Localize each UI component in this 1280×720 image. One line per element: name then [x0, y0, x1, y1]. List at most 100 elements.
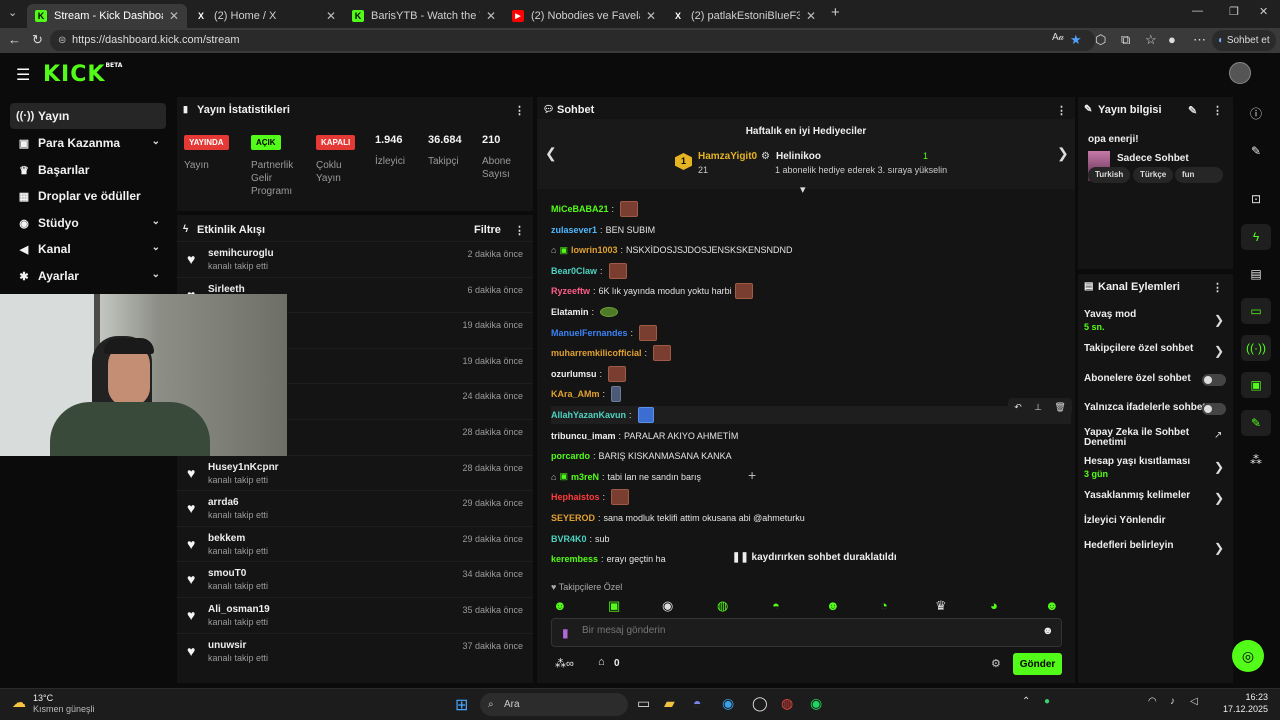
activity-username[interactable]: bekkem — [208, 533, 245, 544]
apps-icon[interactable]: ⁂ — [1241, 447, 1271, 473]
chevron-right-icon[interactable]: ❯ — [1214, 541, 1224, 555]
sidebar-item-3[interactable]: ▦ Droplar ve ödüller — [10, 183, 166, 209]
tab-kick-dashboard[interactable]: K Stream - Kick Dashboard ✕ — [27, 4, 187, 28]
activity-username[interactable]: arrda6 — [208, 497, 239, 508]
windows-start-icon[interactable]: ⊞ — [455, 695, 468, 715]
stats-more-icon[interactable]: ⋮ — [514, 104, 525, 117]
quick-emote-icon[interactable]: ▣ — [608, 598, 620, 614]
broadcast-tool-icon[interactable]: ((·)) — [1241, 335, 1271, 361]
weather-icon[interactable]: ☁ — [12, 694, 26, 711]
support-chat-button[interactable]: ◎ — [1232, 640, 1264, 672]
channel-action-label[interactable]: Yavaş mod — [1084, 310, 1136, 320]
chat-username[interactable]: m3reN — [571, 472, 599, 482]
activity-username[interactable]: semihcuroglu — [208, 248, 274, 259]
quick-emote-icon[interactable]: ☻ — [553, 598, 567, 613]
channel-action-label[interactable]: Yapay Zeka ile Sohbet Denetimi — [1084, 428, 1189, 448]
chevron-right-icon[interactable]: ❯ — [1214, 313, 1224, 327]
collapse-banner-icon[interactable]: ▾ — [800, 183, 806, 196]
spotify-icon[interactable]: ◉ — [810, 695, 822, 712]
url-field[interactable]: ⊜ https://dashboard.kick.com/stream — [50, 30, 1095, 51]
sidebar-item-1[interactable]: ▣ Para Kazanma ⌄ — [10, 130, 166, 156]
wifi-icon[interactable]: ◠ — [1148, 696, 1157, 707]
delete-icon[interactable]: 🗑︎ — [1054, 402, 1065, 413]
close-tab-icon[interactable]: ✕ — [806, 9, 816, 23]
chat-username[interactable]: ManuelFernandes — [551, 328, 628, 338]
close-tab-icon[interactable]: ✕ — [646, 9, 656, 23]
pencil-icon[interactable]: ✎ — [1241, 138, 1271, 164]
chevron-right-icon[interactable]: ❯ — [1214, 344, 1224, 358]
mic-tray-icon[interactable]: ♪ — [1170, 696, 1175, 707]
channel-points-icon[interactable]: ⁂∞ — [555, 657, 574, 670]
channel-action-label[interactable]: Hesap yaşı kısıtlaması — [1084, 457, 1190, 467]
new-tab-icon[interactable]: + — [831, 4, 840, 21]
edge-icon[interactable]: ◉ — [722, 695, 734, 712]
user-avatar[interactable] — [1229, 62, 1251, 84]
activity-username[interactable]: Husey1nKcpnr — [208, 462, 279, 473]
quick-emote-icon[interactable]: ◉ — [662, 598, 673, 614]
reply-icon[interactable]: ↶ — [1014, 402, 1022, 413]
chat-username[interactable]: muharremkilicofficial — [551, 348, 642, 358]
actions-more-icon[interactable]: ⋮ — [1212, 281, 1223, 294]
channel-action-label[interactable]: İzleyici Yönlendir — [1084, 516, 1166, 526]
toggle-switch[interactable] — [1202, 374, 1226, 386]
quick-emote-icon[interactable]: ◔ — [880, 598, 888, 613]
chat-message-input[interactable] — [582, 625, 1022, 636]
tab-youtube-video[interactable]: ▶ (2) Nobodies ve Favela Çatışmasın ✕ — [504, 4, 664, 28]
tab-barisytb-vod[interactable]: K BarisYTB - Watch the VOD on Kick ✕ — [344, 4, 504, 28]
channel-action-label[interactable]: Abonelere özel sohbet — [1084, 374, 1191, 384]
tab-x-home[interactable]: X (2) Home / X ✕ — [187, 4, 344, 28]
back-arrow-icon[interactable]: ← — [8, 32, 21, 47]
channel-action-label[interactable]: Yasaklanmış kelimeler — [1084, 491, 1190, 501]
profile-avatar-icon[interactable]: ● — [1168, 32, 1176, 47]
chat-username[interactable]: Ryzeeftw — [551, 286, 590, 296]
moderation-tool-icon[interactable]: ▣ — [1241, 372, 1271, 398]
quick-emote-icon[interactable]: ♛ — [935, 598, 947, 614]
refresh-icon[interactable]: ↻ — [32, 32, 43, 48]
chat-username[interactable]: Bear0Claw — [551, 266, 597, 276]
send-button[interactable]: Gönder — [1013, 653, 1062, 675]
chat-username[interactable]: KAra_AMm — [551, 389, 600, 399]
emoji-icon[interactable]: ☻ — [1042, 625, 1054, 637]
chat-username[interactable]: SEYEROD — [551, 513, 595, 523]
chat-username[interactable]: MiCeBABA21 — [551, 204, 609, 214]
sidebar-item-4[interactable]: ◉ Stüdyo ⌄ — [10, 210, 166, 236]
info-more-icon[interactable]: ⋮ — [1212, 104, 1223, 117]
chevron-down-icon[interactable]: ⌄ — [152, 269, 160, 280]
channel-action-label[interactable]: Hedefleri belirleyin — [1084, 541, 1173, 551]
site-info-icon[interactable]: ⊜ — [58, 30, 66, 51]
chevron-down-icon[interactable]: ⌄ — [152, 136, 160, 147]
kick-logo[interactable]: KICKBETA — [43, 62, 122, 87]
chat-username[interactable]: zulasever1 — [551, 225, 597, 235]
close-window-icon[interactable]: ✕ — [1259, 5, 1268, 18]
chrome-icon[interactable]: ◍ — [781, 695, 793, 712]
chat-username[interactable]: Elatamin — [551, 307, 589, 317]
sidebar-item-6[interactable]: ✱ Ayarlar ⌄ — [10, 263, 166, 289]
more-menu-icon[interactable]: ⋯ — [1193, 32, 1206, 48]
microphone-icon[interactable]: ▮ — [562, 626, 569, 640]
quick-emote-icon[interactable]: ◓ — [772, 598, 780, 613]
copilot-chat-button[interactable]: ◐ Sohbet et — [1212, 30, 1276, 51]
chat-username[interactable]: ozurlumsu — [551, 369, 597, 379]
pin-icon[interactable]: ⊥ — [1034, 402, 1042, 413]
minimize-icon[interactable]: — — [1192, 5, 1203, 17]
channel-action-label[interactable]: Takipçilere özel sohbet — [1084, 344, 1193, 354]
whatsapp-icon[interactable]: ◯ — [752, 695, 768, 712]
chevron-down-icon[interactable]: ⌄ — [152, 216, 160, 227]
tab-x-post[interactable]: X (2) patlakEstoniBlueF30 on X: "son ✕ — [664, 4, 824, 28]
file-explorer-icon[interactable]: ▰ — [664, 695, 675, 712]
chevron-down-icon[interactable]: ⌄ — [152, 242, 160, 253]
task-view-icon[interactable]: ▭ — [637, 695, 650, 712]
chat-paused-notice[interactable]: ❚❚ kaydırırken sohbet duraklatıldı — [732, 552, 897, 563]
chat-username[interactable]: porcardo — [551, 451, 590, 461]
chat-tool-icon[interactable]: ▭ — [1241, 298, 1271, 324]
activity-username[interactable]: unuwsir — [208, 640, 246, 651]
chat-username[interactable]: lowrin1003 — [571, 245, 618, 255]
split-screen-icon[interactable]: ⧉ — [1121, 32, 1130, 48]
wrench-tool-icon[interactable]: ✎ — [1241, 410, 1271, 436]
favorites-icon[interactable]: ☆ — [1145, 32, 1157, 48]
chevron-left-icon[interactable]: ❮ — [545, 145, 557, 162]
info-icon[interactable]: ⓘ — [1241, 100, 1271, 126]
chevron-right-icon[interactable]: ❯ — [1214, 491, 1224, 505]
external-link-icon[interactable]: ↗ — [1214, 430, 1222, 441]
activity-more-icon[interactable]: ⋮ — [514, 224, 525, 237]
